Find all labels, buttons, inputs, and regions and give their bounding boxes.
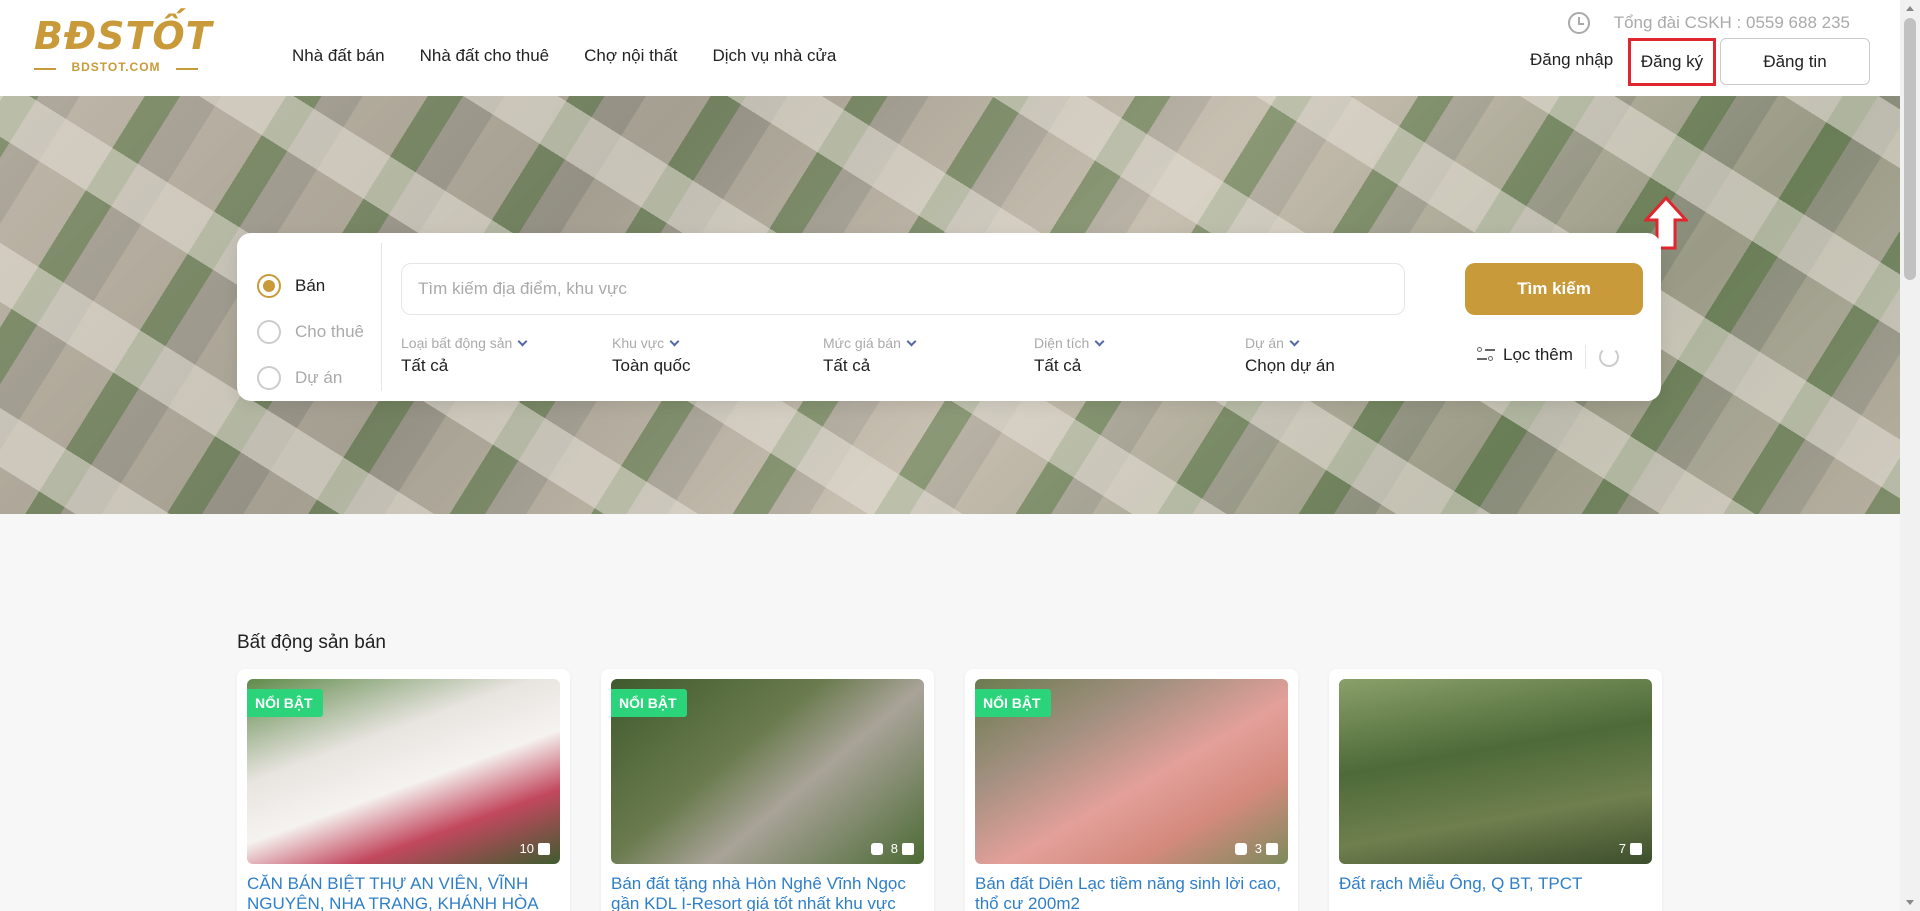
filter-value: Tất cả bbox=[823, 356, 871, 375]
filter-label: Loại bất động sản bbox=[401, 335, 513, 351]
nav-item-dich-vu-nha-cua[interactable]: Dịch vụ nhà cửa bbox=[713, 46, 837, 66]
filter-label: Khu vực bbox=[612, 335, 665, 351]
logo-line-right bbox=[176, 68, 198, 70]
radio-unchecked-icon bbox=[257, 366, 281, 390]
search-button[interactable]: Tìm kiếm bbox=[1465, 263, 1643, 315]
nav-item-nha-dat-cho-thue[interactable]: Nhà đất cho thuê bbox=[420, 46, 549, 66]
panel-divider bbox=[381, 243, 382, 391]
reset-icon[interactable] bbox=[1599, 347, 1619, 367]
photo-count: 3 bbox=[1234, 841, 1278, 856]
listing-thumbnail[interactable]: NỔI BẬT 10 bbox=[247, 679, 560, 864]
listing-thumbnail[interactable]: 7 bbox=[1339, 679, 1652, 864]
mode-label: Dự án bbox=[295, 368, 343, 387]
filter-value: Toàn quốc bbox=[612, 356, 691, 375]
photo-count-value: 8 bbox=[890, 841, 898, 856]
listing-cards: NỔI BẬT 10 CĂN BÁN BIỆT THỰ AN VIÊN, VĨN… bbox=[237, 669, 1693, 911]
chevron-down-icon bbox=[906, 336, 917, 346]
photo-count-value: 10 bbox=[519, 841, 534, 856]
scroll-thumb[interactable] bbox=[1904, 18, 1916, 280]
listing-title[interactable]: Bán đất tặng nhà Hòn Nghê Vĩnh Ngọc gần … bbox=[611, 874, 924, 911]
filter-label: Mức giá bán bbox=[823, 335, 901, 351]
listing-thumbnail[interactable]: NỔI BẬT 8 bbox=[611, 679, 924, 864]
filter-size[interactable]: Diện tích Tất cả bbox=[1034, 335, 1245, 376]
radio-unchecked-icon bbox=[257, 320, 281, 344]
mode-label: Cho thuê bbox=[295, 322, 364, 341]
mode-label: Bán bbox=[295, 276, 326, 295]
photo-count: 10 bbox=[520, 841, 550, 856]
filter-project[interactable]: Dự án Chọn dự án bbox=[1245, 335, 1456, 376]
mode-cho-thue-radio[interactable]: Cho thuê bbox=[257, 309, 397, 355]
login-link[interactable]: Đăng nhập bbox=[1530, 50, 1613, 70]
image-icon bbox=[1630, 842, 1642, 855]
filter-value: Tất cả bbox=[401, 356, 449, 375]
page-scrollbar[interactable] bbox=[1900, 0, 1920, 911]
mode-du-an-radio[interactable]: Dự án bbox=[257, 355, 397, 401]
main-nav: Nhà đất bán Nhà đất cho thuê Chợ nội thấ… bbox=[292, 46, 871, 66]
register-link[interactable]: Đăng ký bbox=[1628, 38, 1716, 86]
logo-line-left bbox=[34, 68, 56, 70]
chevron-down-icon bbox=[1094, 336, 1105, 346]
filter-row: Loại bất động sản Tất cả Khu vực Toàn qu… bbox=[401, 335, 1456, 376]
filter-price[interactable]: Mức giá bán Tất cả bbox=[823, 335, 1034, 376]
filter-label: Dự án bbox=[1245, 335, 1284, 351]
scroll-up-icon[interactable] bbox=[1906, 6, 1914, 11]
photo-count-value: 3 bbox=[1254, 841, 1262, 856]
filter-value: Tất cả bbox=[1034, 356, 1082, 375]
scroll-down-icon[interactable] bbox=[1906, 900, 1914, 905]
listing-card[interactable]: NỔI BẬT 8 Bán đất tặng nhà Hòn Nghê Vĩnh… bbox=[601, 669, 934, 911]
listing-title[interactable]: CĂN BÁN BIỆT THỰ AN VIÊN, VĨNH NGUYÊN, N… bbox=[247, 874, 560, 911]
hotline-text: Tổng đài CSKH : 0559 688 235 bbox=[1613, 13, 1850, 32]
filter-sliders-icon bbox=[1477, 347, 1495, 363]
image-icon bbox=[1266, 842, 1278, 855]
history-icon[interactable] bbox=[1567, 12, 1590, 34]
photo-count-value: 7 bbox=[1618, 841, 1626, 856]
filter-property-type[interactable]: Loại bất động sản Tất cả bbox=[401, 335, 612, 376]
image-icon bbox=[538, 842, 550, 855]
hotline: Tổng đài CSKH : 0559 688 235 bbox=[1567, 12, 1850, 34]
chevron-down-icon bbox=[1289, 336, 1300, 346]
site-header: BĐSTỐT BDSTOT.COM Nhà đất bán Nhà đất ch… bbox=[0, 0, 1900, 96]
site-logo[interactable]: BĐSTỐT BDSTOT.COM bbox=[34, 14, 212, 78]
more-filter-label: Lọc thêm bbox=[1503, 345, 1573, 364]
logo-text: BĐSTỐT bbox=[34, 14, 213, 58]
post-listing-button[interactable]: Đăng tin bbox=[1720, 38, 1870, 85]
nav-item-cho-noi-that[interactable]: Chợ nội thất bbox=[584, 46, 677, 66]
listing-title[interactable]: Bán đất Diên Lạc tiềm năng sinh lời cao,… bbox=[975, 874, 1288, 911]
filter-value: Chọn dự án bbox=[1245, 356, 1335, 375]
more-filter-button[interactable]: Lọc thêm bbox=[1477, 345, 1573, 365]
listing-card[interactable]: NỔI BẬT 3 Bán đất Diên Lạc tiềm năng sin… bbox=[965, 669, 1298, 911]
listing-title[interactable]: Đất rạch Miễu Ông, Q BT, TPCT bbox=[1339, 874, 1652, 911]
listing-card[interactable]: NỔI BẬT 10 CĂN BÁN BIỆT THỰ AN VIÊN, VĨN… bbox=[237, 669, 570, 911]
featured-badge: NỔI BẬT bbox=[975, 689, 1051, 717]
listing-card[interactable]: 7 Đất rạch Miễu Ông, Q BT, TPCT bbox=[1329, 669, 1662, 911]
featured-badge: NỔI BẬT bbox=[247, 689, 323, 717]
search-panel: Bán Cho thuê Dự án Tìm kiếm Loại bất độn… bbox=[237, 233, 1661, 401]
featured-badge: NỔI BẬT bbox=[611, 689, 687, 717]
search-mode-group: Bán Cho thuê Dự án bbox=[257, 263, 397, 401]
photo-count: 8 bbox=[870, 841, 914, 856]
nav-item-nha-dat-ban[interactable]: Nhà đất bán bbox=[292, 46, 385, 66]
filter-label: Diện tích bbox=[1034, 335, 1090, 351]
filter-area[interactable]: Khu vực Toàn quốc bbox=[612, 335, 823, 376]
chevron-down-icon bbox=[517, 336, 528, 346]
video-icon bbox=[1234, 842, 1247, 855]
chevron-down-icon bbox=[669, 336, 680, 346]
image-icon bbox=[902, 842, 914, 855]
logo-subtext: BDSTOT.COM bbox=[71, 60, 161, 74]
mode-ban-radio[interactable]: Bán bbox=[257, 263, 397, 309]
listing-thumbnail[interactable]: NỔI BẬT 3 bbox=[975, 679, 1288, 864]
location-search-input[interactable] bbox=[401, 263, 1405, 315]
photo-count: 7 bbox=[1619, 841, 1642, 856]
video-icon bbox=[870, 842, 883, 855]
section-title: Bất động sản bán bbox=[237, 632, 386, 653]
filter-separator bbox=[1585, 345, 1586, 369]
radio-checked-icon bbox=[257, 274, 281, 298]
